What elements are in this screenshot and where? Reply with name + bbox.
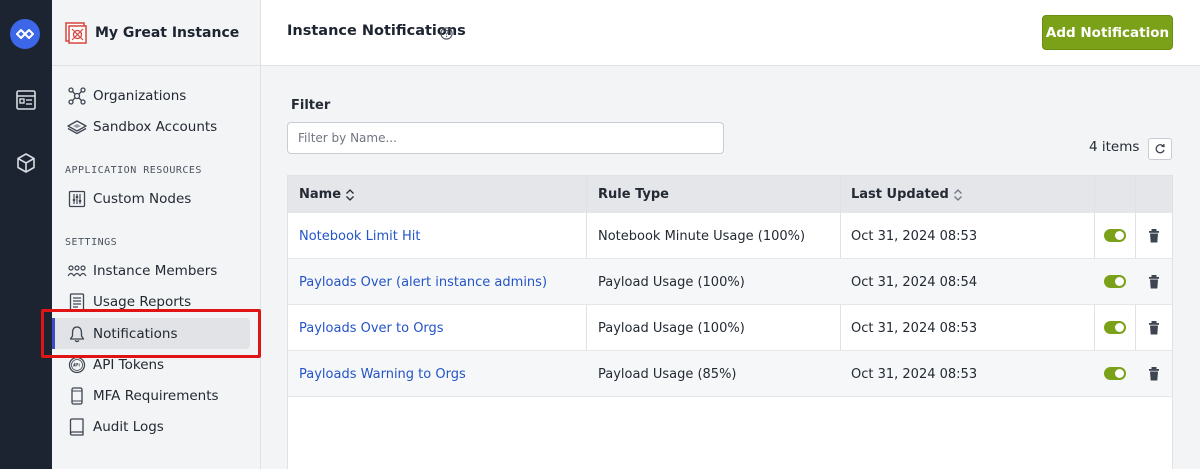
enabled-toggle[interactable] [1104,275,1126,288]
nav-label: API Tokens [93,356,165,373]
notification-name-link[interactable]: Payloads Over to Orgs [299,305,444,351]
organizations-icon [67,86,87,106]
last-updated-cell: Oct 31, 2024 08:53 [851,366,978,382]
table-row: Payloads Over to Orgs Payload Usage (100… [288,305,1172,351]
nav-label: MFA Requirements [93,387,219,404]
trash-icon[interactable] [1147,366,1161,382]
last-updated-cell: Oct 31, 2024 08:53 [851,320,978,336]
custom-nodes-icon [67,189,87,209]
nav-item-audit-logs[interactable]: Audit Logs [52,411,261,442]
trash-icon[interactable] [1147,320,1161,336]
nav-label: Notifications [93,325,178,342]
filter-label: Filter [291,98,331,113]
rule-type-cell: Notebook Minute Usage (100%) [598,228,806,244]
cube-icon[interactable] [13,150,39,176]
table-header: Name Rule Type Last Updated [288,176,1172,213]
notifications-table: Name Rule Type Last Updated Notebook Lim… [287,175,1173,469]
nav-label: Organizations [93,87,187,104]
table-row: Payloads Over (alert instance admins) Pa… [288,259,1172,305]
rule-type-cell: Payload Usage (100%) [598,320,745,336]
nav-label: Sandbox Accounts [93,118,218,135]
section-label-application-resources: APPLICATION RESOURCES [65,165,202,176]
nav-item-instance-members[interactable]: Instance Members [52,255,261,286]
trash-icon[interactable] [1147,274,1161,290]
members-icon [67,261,87,281]
nav-item-mfa-requirements[interactable]: MFA Requirements [52,380,261,411]
enabled-toggle[interactable] [1104,367,1126,380]
refresh-button[interactable] [1148,138,1172,160]
column-header-last-updated[interactable]: Last Updated [851,176,963,213]
notification-name-link[interactable]: Payloads Warning to Orgs [299,351,466,397]
nav-label: Audit Logs [93,418,164,435]
add-notification-button[interactable]: Add Notification [1042,15,1173,50]
table-row: Payloads Warning to Orgs Payload Usage (… [288,351,1172,397]
sandbox-icon [67,117,87,137]
bell-icon [67,324,87,344]
enabled-toggle[interactable] [1104,229,1126,242]
trash-icon[interactable] [1147,228,1161,244]
instance-logo-icon [65,21,87,44]
nav-item-custom-nodes[interactable]: Custom Nodes [52,183,261,214]
main-content: Instance Notifications Add Notification … [261,0,1200,469]
last-updated-cell: Oct 31, 2024 08:53 [851,228,978,244]
phone-icon [67,386,87,406]
rule-type-cell: Payload Usage (85%) [598,366,737,382]
page-title: Instance Notifications [287,23,466,39]
column-header-name[interactable]: Name [299,176,355,213]
last-updated-cell: Oct 31, 2024 08:54 [851,274,978,290]
help-icon[interactable] [440,27,453,40]
column-header-rule-type: Rule Type [598,187,669,202]
report-icon [67,292,87,312]
notification-name-link[interactable]: Payloads Over (alert instance admins) [299,259,547,305]
filter-input[interactable] [287,122,724,154]
nav-item-sandbox-accounts[interactable]: Sandbox Accounts [52,111,261,142]
nav-label: Instance Members [93,262,218,279]
sidebar: My Great Instance Organizations Sandbox … [52,0,261,469]
app-rail [0,0,52,469]
nav-label: Custom Nodes [93,190,192,207]
enabled-toggle[interactable] [1104,321,1126,334]
app-logo-icon[interactable] [10,19,40,49]
instance-name: My Great Instance [95,24,240,41]
nav-item-api-tokens[interactable]: API Tokens [52,349,261,380]
dashboard-icon[interactable] [13,87,39,113]
refresh-icon [1155,143,1165,154]
nav-label: Usage Reports [93,293,192,310]
page-header: Instance Notifications Add Notification [261,0,1200,66]
notification-name-link[interactable]: Notebook Limit Hit [299,213,420,259]
nav-item-organizations[interactable]: Organizations [52,80,261,111]
section-label-settings: SETTINGS [65,237,118,248]
items-count: 4 items [1089,139,1140,155]
api-token-icon [67,355,87,375]
nav-item-usage-reports[interactable]: Usage Reports [52,286,261,317]
sort-icon [953,188,962,201]
sort-icon [346,188,354,201]
nav-item-notifications[interactable]: Notifications [52,318,250,349]
rule-type-cell: Payload Usage (100%) [598,274,745,290]
book-icon [67,417,87,437]
table-row: Notebook Limit Hit Notebook Minute Usage… [288,213,1172,259]
instance-header[interactable]: My Great Instance [52,0,260,66]
